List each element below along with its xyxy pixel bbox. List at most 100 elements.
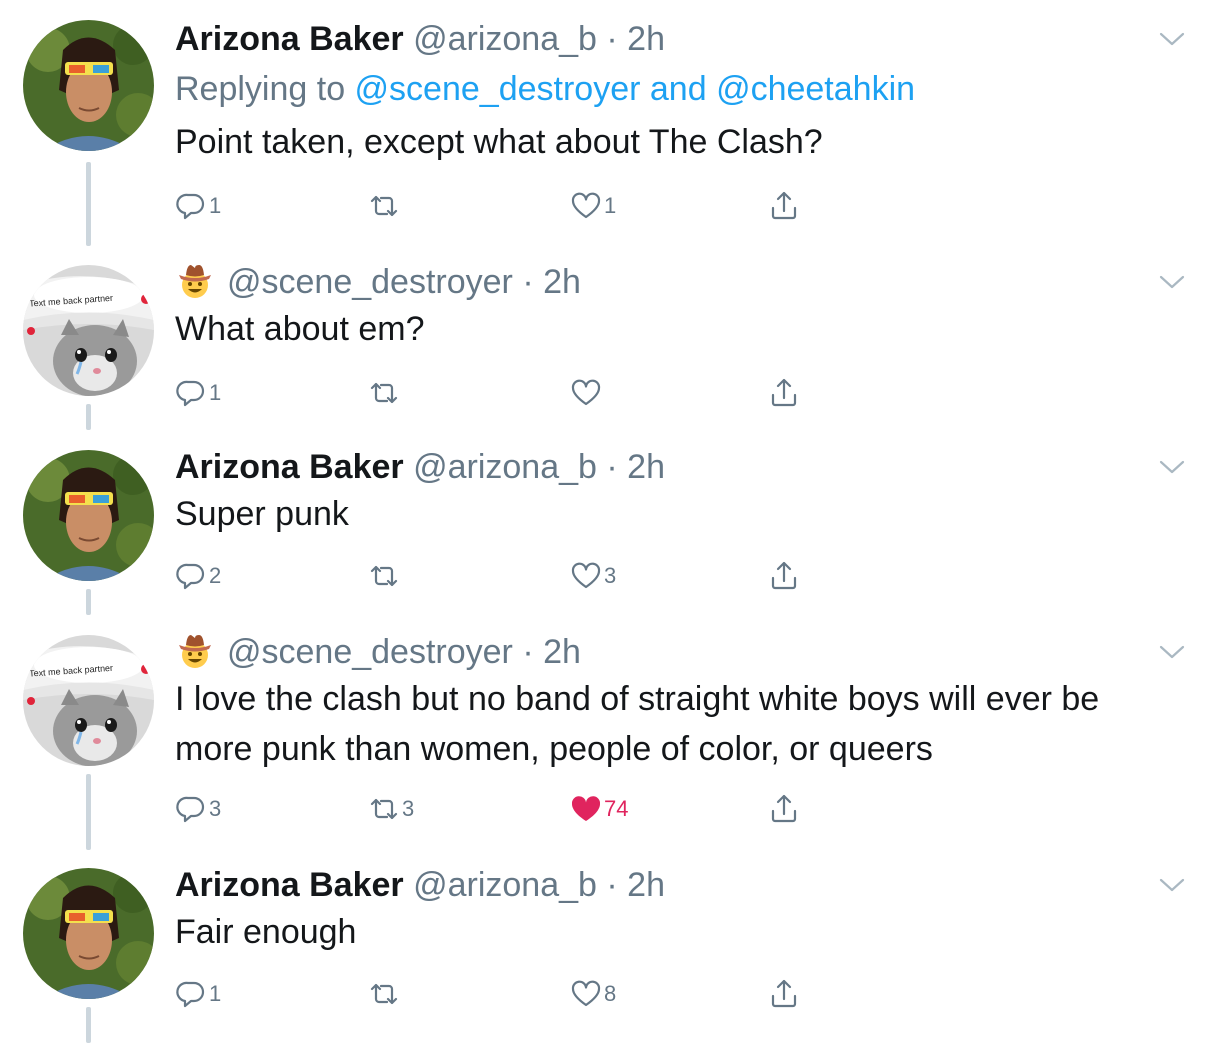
like-button[interactable]: 8: [570, 977, 616, 1011]
avatar[interactable]: [23, 868, 154, 999]
username[interactable]: @scene_destroyer: [227, 263, 513, 301]
heart-icon: [570, 377, 602, 409]
like-count: 1: [604, 193, 617, 218]
mention-link[interactable]: @scene_destroyer: [355, 70, 641, 108]
tweet-text: Super punk: [175, 495, 349, 533]
thread-line: [86, 162, 91, 246]
retweet-icon: [368, 560, 400, 592]
retweet-button[interactable]: [368, 977, 402, 1011]
share-button[interactable]: [768, 376, 800, 410]
like-count: 74: [604, 796, 629, 821]
like-button[interactable]: 1: [570, 189, 616, 223]
retweet-count: 3: [402, 796, 415, 821]
tweet-actions: 2 3: [175, 559, 815, 593]
timestamp[interactable]: 2h: [627, 20, 665, 58]
reply-icon: [175, 377, 207, 409]
reply-count: 1: [209, 981, 222, 1006]
chevron-down-icon[interactable]: [1158, 457, 1186, 477]
reply-icon: [175, 560, 207, 592]
tweet-1[interactable]: Arizona Baker @arizona_b · 2h Replying t…: [0, 17, 1211, 252]
thread-line: [86, 589, 91, 615]
username[interactable]: @arizona_b: [413, 448, 597, 486]
username[interactable]: @arizona_b: [413, 866, 597, 904]
tweet-header: @scene_destroyer · 2h: [175, 630, 581, 674]
reply-button[interactable]: 1: [175, 977, 221, 1011]
retweet-icon: [368, 978, 400, 1010]
reply-button[interactable]: 1: [175, 376, 221, 410]
display-name[interactable]: Arizona Baker: [175, 866, 404, 904]
cowboy-emoji-icon: [175, 261, 215, 301]
avatar[interactable]: [23, 450, 154, 581]
share-button[interactable]: [768, 977, 800, 1011]
avatar[interactable]: Text me back partner: [23, 265, 154, 396]
replying-to: Replying to @scene_destroyer and @cheeta…: [175, 67, 915, 111]
retweet-icon: [368, 377, 400, 409]
username[interactable]: @arizona_b: [413, 20, 597, 58]
retweet-button[interactable]: [368, 189, 402, 223]
retweet-button[interactable]: [368, 559, 402, 593]
reply-button[interactable]: 3: [175, 792, 221, 826]
tweet-header: Arizona Baker @arizona_b · 2h: [175, 17, 665, 61]
retweet-icon: [368, 190, 400, 222]
like-button[interactable]: [570, 376, 604, 410]
tweet-text: Point taken, except what about The Clash…: [175, 123, 823, 161]
separator-dot: ·: [512, 633, 544, 671]
thread-line: [86, 1007, 91, 1043]
reply-count: 3: [209, 796, 222, 821]
reply-count: 1: [209, 193, 222, 218]
share-icon: [768, 793, 800, 825]
thread-line: [86, 404, 91, 430]
username[interactable]: @scene_destroyer: [227, 633, 513, 671]
chevron-down-icon[interactable]: [1158, 642, 1186, 662]
cowboy-emoji-icon: [175, 631, 215, 671]
retweet-button[interactable]: 3: [368, 792, 414, 826]
share-icon: [768, 978, 800, 1010]
tweet-actions: 3 3 74: [175, 792, 815, 826]
avatar[interactable]: Text me back partner: [23, 635, 154, 766]
share-button[interactable]: [768, 189, 800, 223]
replying-to-and: and: [640, 70, 717, 108]
tweet-actions: 1: [175, 376, 815, 410]
like-count: 8: [604, 981, 617, 1006]
tweet-4[interactable]: Text me back partner @scene_destroyer · …: [0, 630, 1211, 855]
like-count: 3: [604, 563, 617, 588]
tweet-header: Arizona Baker @arizona_b · 2h: [175, 863, 665, 907]
thread-line: [86, 774, 91, 850]
display-name[interactable]: Arizona Baker: [175, 448, 404, 486]
like-button[interactable]: 3: [570, 559, 616, 593]
timestamp[interactable]: 2h: [627, 448, 665, 486]
timestamp[interactable]: 2h: [543, 263, 581, 301]
tweet-text: Fair enough: [175, 913, 357, 951]
tweet-5[interactable]: Arizona Baker @arizona_b · 2h Fair enoug…: [0, 863, 1211, 1050]
reply-button[interactable]: 2: [175, 559, 221, 593]
reply-button[interactable]: 1: [175, 189, 221, 223]
separator-dot: ·: [596, 448, 628, 486]
chevron-down-icon[interactable]: [1158, 272, 1186, 292]
tweet-3[interactable]: Arizona Baker @arizona_b · 2h Super punk…: [0, 445, 1211, 620]
heart-icon: [570, 793, 602, 825]
avatar[interactable]: [23, 20, 154, 151]
heart-icon: [570, 978, 602, 1010]
display-name[interactable]: Arizona Baker: [175, 20, 404, 58]
tweet-header: @scene_destroyer · 2h: [175, 260, 581, 304]
reply-icon: [175, 978, 207, 1010]
share-icon: [768, 560, 800, 592]
like-button[interactable]: 74: [570, 792, 628, 826]
tweet-2[interactable]: Text me back partner @scene_destroyer · …: [0, 260, 1211, 435]
chevron-down-icon[interactable]: [1158, 875, 1186, 895]
tweet-actions: 1 8: [175, 977, 815, 1011]
chevron-down-icon[interactable]: [1158, 29, 1186, 49]
separator-dot: ·: [596, 20, 628, 58]
reply-icon: [175, 793, 207, 825]
timestamp[interactable]: 2h: [627, 866, 665, 904]
tweet-text: I love the clash but no band of straight…: [175, 680, 1100, 768]
retweet-button[interactable]: [368, 376, 402, 410]
mention-link[interactable]: @cheetahkin: [716, 70, 915, 108]
share-button[interactable]: [768, 792, 800, 826]
timestamp[interactable]: 2h: [543, 633, 581, 671]
share-icon: [768, 377, 800, 409]
share-button[interactable]: [768, 559, 800, 593]
tweet-actions: 1 1: [175, 189, 815, 223]
heart-icon: [570, 560, 602, 592]
tweet-header: Arizona Baker @arizona_b · 2h: [175, 445, 665, 489]
